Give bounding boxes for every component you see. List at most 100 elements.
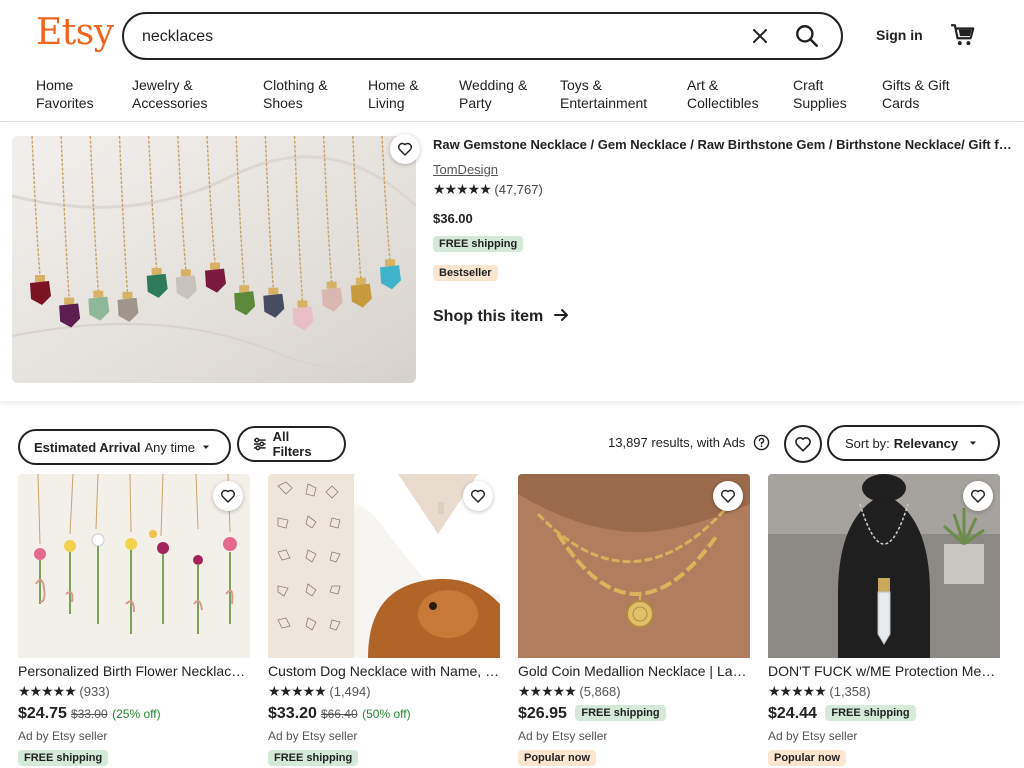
- category-wedding-party[interactable]: Wedding & Party: [459, 76, 527, 112]
- rating-count: (1,358): [829, 684, 871, 699]
- product-title[interactable]: Custom Dog Necklace with Name, Dog Ear N…: [268, 663, 500, 679]
- heart-icon: [470, 489, 486, 503]
- original-price: $66.40: [320, 707, 358, 721]
- favorite-button[interactable]: [213, 481, 243, 511]
- category-craft-supplies[interactable]: Craft Supplies: [793, 76, 847, 112]
- price: $24.75 $33.00 (25% off): [18, 705, 161, 723]
- gem-cap: [180, 269, 191, 277]
- free-shipping-badge: FREE shipping: [433, 236, 524, 252]
- ad-label: Ad by Etsy seller: [18, 729, 108, 743]
- price: $26.95 FREE shipping: [518, 705, 666, 723]
- free-shipping-badge: FREE shipping: [268, 750, 359, 766]
- help-circle-icon[interactable]: [753, 434, 770, 451]
- bestseller-badge: Bestseller: [433, 265, 498, 281]
- free-shipping-badge: FREE shipping: [825, 705, 916, 721]
- gem-cap: [35, 275, 45, 282]
- save-search-button[interactable]: [784, 425, 822, 463]
- all-filters-button[interactable]: All Filters: [237, 426, 346, 462]
- product-card[interactable]: Personalized Birth Flower Necklace, Birt…: [18, 474, 250, 768]
- price: $24.44 FREE shipping: [768, 705, 916, 723]
- arrow-right-icon: [553, 309, 568, 321]
- sign-in-link[interactable]: Sign in: [876, 27, 923, 43]
- shop-this-item-link[interactable]: Shop this item: [433, 308, 570, 326]
- product-title[interactable]: Personalized Birth Flower Necklace, Birt…: [18, 663, 250, 679]
- shop-name-link[interactable]: TomDesign: [433, 162, 498, 177]
- category-home-favorites[interactable]: Home Favorites: [36, 76, 94, 112]
- shopping-cart-icon[interactable]: [950, 22, 976, 48]
- search-input[interactable]: [142, 25, 722, 49]
- favorite-button[interactable]: [390, 134, 420, 164]
- favorite-button[interactable]: [463, 481, 493, 511]
- category-gifts-gift-cards[interactable]: Gifts & Gift Cards: [882, 76, 950, 112]
- ad-label: Ad by Etsy seller: [768, 729, 858, 743]
- close-icon[interactable]: [748, 24, 772, 48]
- category-home-living[interactable]: Home & Living: [368, 76, 419, 112]
- gem-cap: [93, 290, 104, 298]
- price: $33.20 $66.40 (50% off): [268, 705, 411, 723]
- product-title[interactable]: DON'T FUCK w/ME Protection Medicine Crys…: [768, 663, 1000, 679]
- heart-icon: [720, 489, 736, 503]
- discount: (25% off): [112, 707, 161, 721]
- arrival-label: Estimated Arrival: [34, 439, 141, 455]
- product-title[interactable]: Gold Coin Medallion Necklace | Layering …: [518, 663, 750, 679]
- gem-cap: [239, 285, 250, 293]
- rating: ★★★★★ (1,358): [768, 683, 871, 700]
- rating: ★★★★★ (1,494): [268, 683, 371, 700]
- free-shipping-badge: FREE shipping: [18, 750, 109, 766]
- gem-cap: [297, 300, 308, 308]
- shop-this-item-label: Shop this item: [433, 308, 544, 325]
- original-price: $33.00: [70, 707, 108, 721]
- free-shipping-badge: FREE shipping: [575, 705, 666, 721]
- product-card[interactable]: DON'T FUCK w/ME Protection Medicine Crys…: [768, 474, 1000, 768]
- product-card[interactable]: Custom Dog Necklace with Name, Dog Ear N…: [268, 474, 500, 768]
- gemstone-necklaces-photo: [12, 136, 416, 383]
- category-art-collectibles[interactable]: Art & Collectibles: [687, 76, 759, 112]
- star-rating-icon: ★★★★★: [518, 683, 577, 699]
- gem-cap: [122, 291, 133, 299]
- gem-cap: [268, 287, 279, 295]
- ad-label: Ad by Etsy seller: [268, 729, 358, 743]
- current-price: $26.95: [518, 705, 567, 722]
- favorite-button[interactable]: [713, 481, 743, 511]
- featured-listing: Raw Gemstone Necklace / Gem Necklace / R…: [0, 124, 1024, 401]
- estimated-arrival-filter[interactable]: Estimated Arrival Any time: [18, 429, 231, 465]
- caret-down-icon: [203, 445, 210, 449]
- popular-now-badge: Popular now: [518, 750, 596, 766]
- rating: ★★★★★ (5,868): [518, 683, 621, 700]
- star-rating-icon: ★★★★★: [768, 683, 827, 699]
- ad-label: Ad by Etsy seller: [518, 729, 608, 743]
- heart-icon: [795, 437, 811, 452]
- product-card[interactable]: Gold Coin Medallion Necklace | Layering …: [518, 474, 750, 768]
- category-jewelry-accessories[interactable]: Jewelry & Accessories: [132, 76, 207, 112]
- featured-title[interactable]: Raw Gemstone Necklace / Gem Necklace / R…: [433, 137, 1013, 152]
- filter-sliders-icon: [253, 437, 266, 451]
- featured-product-image[interactable]: [12, 136, 416, 383]
- caret-down-icon: [970, 441, 977, 445]
- etsy-logo[interactable]: Etsy: [36, 12, 114, 53]
- current-price: $24.44: [768, 705, 817, 722]
- site-header: Etsy Sign in: [0, 0, 1024, 70]
- rating: ★★★★★ (47,767): [433, 181, 543, 198]
- sort-by-dropdown[interactable]: Sort by: Relevancy: [827, 425, 1000, 461]
- current-price: $33.20: [268, 705, 317, 722]
- featured-price: $36.00: [433, 211, 473, 226]
- favorite-button[interactable]: [963, 481, 993, 511]
- star-rating-icon: ★★★★★: [433, 181, 492, 197]
- discount: (50% off): [362, 707, 411, 721]
- category-toys-entertainment[interactable]: Toys & Entertainment: [560, 76, 647, 112]
- gem-cap: [64, 297, 75, 305]
- gem-cap: [385, 259, 395, 267]
- gem-cap: [355, 277, 366, 285]
- results-count: 13,897 results, with Ads: [608, 435, 746, 450]
- star-rating-icon: ★★★★★: [18, 683, 77, 699]
- heart-icon: [970, 489, 986, 503]
- rating: ★★★★★ (933): [18, 683, 110, 700]
- search-icon[interactable]: [794, 23, 820, 49]
- current-price: $24.75: [18, 705, 67, 722]
- category-clothing-shoes[interactable]: Clothing & Shoes: [263, 76, 328, 112]
- gem-cap: [151, 267, 162, 275]
- search-bar: [122, 12, 843, 60]
- rating-count: (5,868): [579, 684, 621, 699]
- heart-icon: [220, 489, 236, 503]
- sort-value: Relevancy: [893, 435, 959, 451]
